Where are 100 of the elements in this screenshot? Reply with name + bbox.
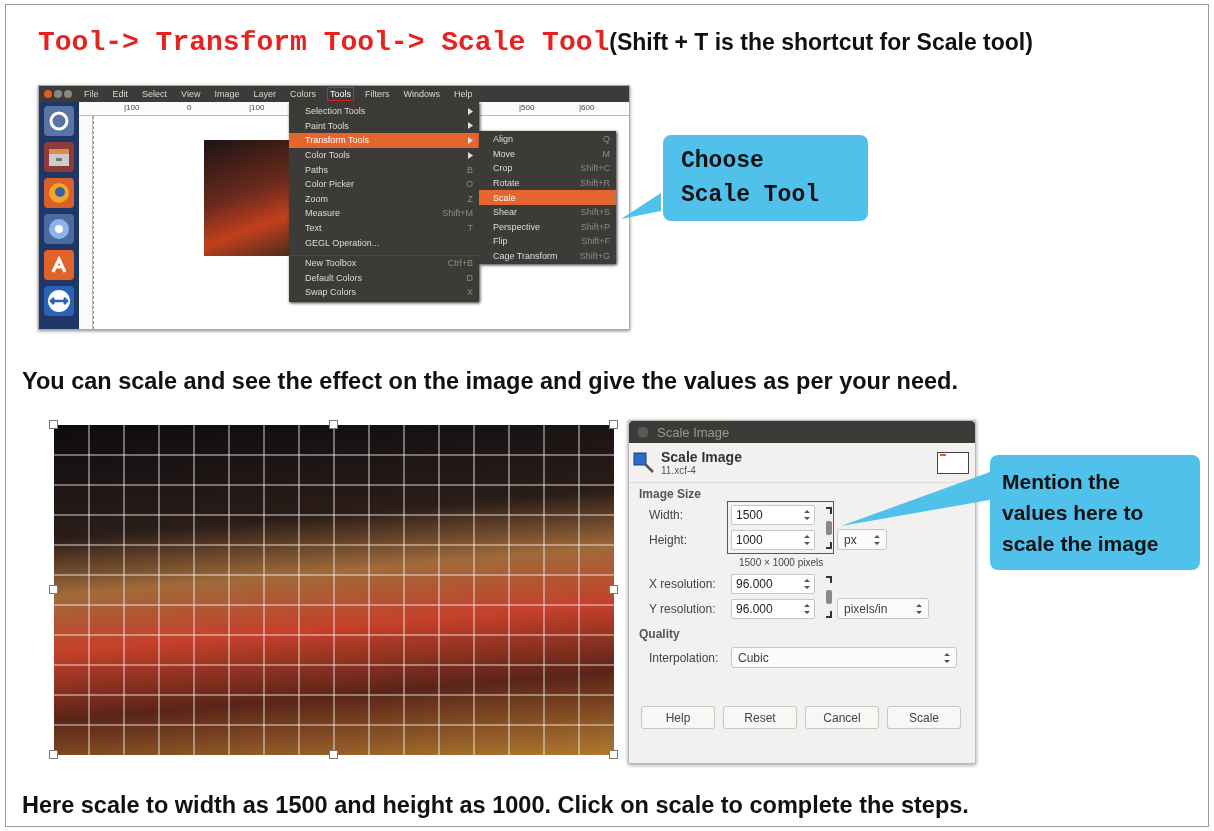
menu-item[interactable]: Layer	[250, 87, 279, 101]
menu-item[interactable]: Measure Shift+M	[289, 206, 479, 221]
globe-icon[interactable]	[44, 178, 74, 208]
spin-field[interactable]: 1500	[731, 505, 815, 525]
menu-item-label: Perspective	[493, 221, 542, 232]
menu-item[interactable]: View	[178, 87, 204, 101]
heading-note: (Shift + T is the shortcut for Scale tool)	[609, 29, 1033, 56]
spinner-arrows-icon[interactable]	[804, 509, 810, 521]
menu-item[interactable]: New Toolbox Ctrl+B	[289, 254, 479, 271]
menu-item-label: Rotate	[493, 178, 521, 189]
menu-item[interactable]: Image	[211, 87, 243, 101]
menu-item-label: Scale	[493, 192, 517, 203]
ruler-label: |500	[519, 103, 535, 112]
menu-item[interactable]: Filters	[361, 87, 393, 101]
menu-item[interactable]: Cage Transform Shift+G	[479, 248, 616, 264]
menu-item[interactable]: Crop Shift+C	[479, 161, 616, 176]
menu-item[interactable]: Default Colors D	[289, 270, 479, 286]
chain-icon[interactable]	[825, 505, 833, 550]
transform-handle[interactable]	[609, 585, 618, 594]
ruler-label: 0	[187, 103, 192, 112]
menu-item[interactable]: Colors	[286, 87, 319, 101]
shortcut-label: Q	[603, 134, 610, 145]
callout-text: Choose	[681, 147, 765, 176]
drawer-icon[interactable]	[44, 142, 74, 172]
dialog-title: Scale Image	[657, 424, 730, 440]
transform-handle[interactable]	[609, 750, 618, 759]
menu-item[interactable]: Color Tools	[289, 147, 479, 163]
shortcut-label: O	[466, 179, 473, 190]
menu-item[interactable]: Swap Colors X	[289, 285, 479, 300]
menu-item[interactable]: File	[81, 87, 102, 101]
window-buttons-icon[interactable]	[43, 89, 73, 99]
menu-item-label: Measure	[305, 208, 341, 219]
menu-item[interactable]: Windows	[400, 87, 443, 101]
menu-item-label: GEGL Operation...	[305, 237, 381, 248]
transform-handle[interactable]	[329, 750, 338, 759]
ruler-label: |600	[579, 103, 595, 112]
menu-item[interactable]: Move M	[479, 146, 616, 162]
ruler-label: |100	[249, 103, 265, 112]
dropdown-arrows-icon	[874, 533, 880, 546]
swirl-icon[interactable]	[44, 214, 74, 244]
menu-item[interactable]: Selection Tools	[289, 104, 479, 119]
pixel-summary: 1500 × 1000 pixels	[738, 557, 825, 568]
dialog-header: Scale Image	[661, 449, 743, 465]
ruler-label: |100	[124, 103, 140, 112]
transform-handle[interactable]	[609, 420, 618, 429]
spin-field[interactable]: 96.000	[731, 574, 815, 594]
shortcut-label: Shift+M	[442, 208, 473, 219]
unit-dropdown[interactable]: pixels/in	[837, 598, 929, 619]
menu-item[interactable]: Text T	[289, 220, 479, 236]
circle-logo-icon[interactable]	[44, 106, 74, 136]
transform-handle[interactable]	[49, 750, 58, 759]
menu-item[interactable]: Edit	[109, 87, 132, 101]
menu-item[interactable]: Select	[139, 87, 171, 101]
shortcut-label: Ctrl+B	[447, 258, 473, 269]
heading-path: Tool-> Transform Tool-> Scale Tool	[38, 27, 610, 58]
transform-handle[interactable]	[49, 420, 58, 429]
menu-item[interactable]: Zoom Z	[289, 191, 479, 207]
menu-item-label: Text	[305, 223, 323, 234]
menu-item[interactable]: Flip Shift+F	[479, 234, 616, 249]
menu-item[interactable]: Rotate Shift+R	[479, 175, 616, 191]
dropdown-arrows-icon	[916, 602, 922, 615]
dialog-button[interactable]: Reset	[723, 706, 797, 729]
shortcut-label: X	[467, 287, 473, 298]
menu-item[interactable]: Shear Shift+S	[479, 204, 616, 220]
square-magnifier-icon	[633, 451, 655, 474]
spin-field[interactable]: 1000	[731, 530, 815, 550]
menu-item[interactable]: Align Q	[479, 132, 616, 147]
shortcut-label: T	[467, 223, 473, 234]
field-label: Width:	[648, 508, 684, 522]
unit-dropdown[interactable]: px	[837, 529, 887, 550]
menu-item[interactable]: Paint Tools	[289, 118, 479, 134]
menu-item[interactable]: Tools	[326, 87, 354, 101]
spinner-arrows-icon[interactable]	[804, 534, 810, 546]
field-label: Height:	[648, 533, 689, 547]
spinner-arrows-icon[interactable]	[804, 603, 810, 615]
shortcut-label: Shift+C	[580, 163, 610, 174]
spinner-arrows-icon[interactable]	[804, 578, 810, 590]
menu-item[interactable]: Color Picker O	[289, 176, 479, 192]
transform-handle[interactable]	[329, 420, 338, 429]
dialog-button[interactable]: Cancel	[805, 706, 879, 729]
window-preview-icon	[937, 451, 969, 474]
menu-item[interactable]: GEGL Operation...	[289, 235, 479, 250]
callout-text: scale the image	[1002, 531, 1160, 557]
menu-item[interactable]: Help	[451, 87, 476, 101]
dialog-button[interactable]: Scale	[887, 706, 961, 729]
menu-item-label: Shear	[493, 207, 519, 218]
dialog-button[interactable]: Help	[641, 706, 715, 729]
menu-item-label: Color Picker	[305, 179, 355, 190]
file-name: 11.xcf-4	[661, 465, 697, 476]
shortcut-label: M	[602, 148, 610, 159]
menu-item[interactable]: Perspective Shift+P	[479, 219, 616, 235]
section-label: Quality	[639, 627, 681, 641]
spin-field[interactable]: 96.000	[731, 599, 815, 619]
chain-icon[interactable]	[825, 574, 833, 619]
interpolation-dropdown[interactable]: Cubic	[731, 647, 957, 668]
menu-item-label: Transform Tools	[305, 135, 371, 146]
transform-handle[interactable]	[49, 585, 58, 594]
menu-item-label: Move	[493, 148, 516, 159]
shortcut-label: Shift+F	[581, 236, 610, 247]
menu-item[interactable]: Paths B	[289, 162, 479, 177]
